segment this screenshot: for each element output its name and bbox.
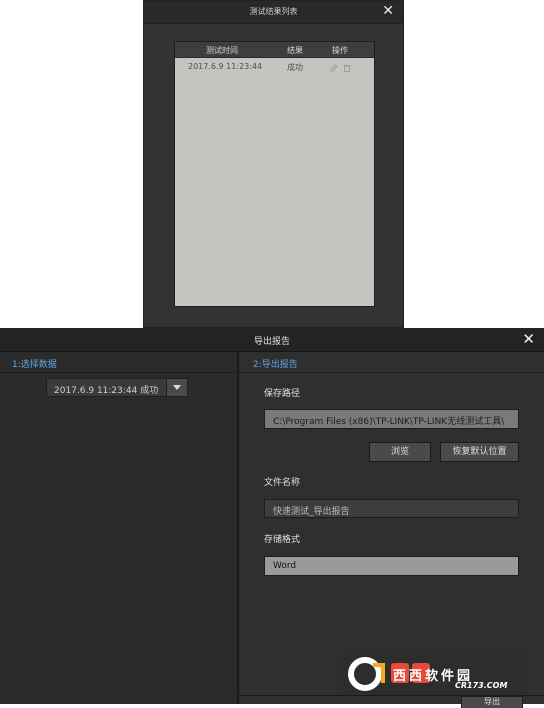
row-result: 成功 (287, 63, 303, 72)
watermark-url: CR173.COM (455, 681, 508, 690)
step1-label: 1:选择数据 (12, 360, 57, 370)
restore-default-button[interactable]: 恢复默认位置 (440, 442, 519, 462)
step2-label: 2:导出报告 (253, 360, 298, 370)
format-value: Word (273, 561, 297, 571)
close-icon[interactable]: ✕ (522, 330, 535, 348)
export-button[interactable]: 导出 (461, 696, 523, 708)
results-dialog-titlebar[interactable]: 测试结果列表 ✕ (144, 1, 403, 24)
column-header-actions: 操作 (332, 46, 348, 55)
data-select[interactable]: 2017.6.9 11:23:44 成功 (46, 378, 188, 397)
dropdown-arrow[interactable] (166, 379, 187, 396)
step1-header: 1:选择数据 (0, 352, 237, 373)
save-path-label: 保存路径 (264, 389, 301, 399)
data-select-value: 2017.6.9 11:23:44 成功 (54, 386, 159, 396)
results-dialog: 测试结果列表 ✕ 测试时间 结果 操作 2017.6.9 11:23:44 成功 (143, 0, 404, 328)
row-time: 2017.6.9 11:23:44 (188, 62, 263, 71)
step2-header: 2:导出报告 (239, 352, 544, 373)
export-dialog-titlebar[interactable]: 导出报告 ✕ (0, 328, 544, 352)
export-dialog-title: 导出报告 (253, 337, 290, 347)
watermark-logo: 西西软件园 CR173.COM (343, 653, 526, 695)
table-row[interactable]: 2017.6.9 11:23:44 成功 (175, 59, 374, 75)
save-path-field[interactable]: C:\Program Files (x86)\TP-LINK\TP-LINK无线… (264, 409, 519, 429)
save-path-value: C:\Program Files (x86)\TP-LINK\TP-LINK无线… (273, 417, 505, 427)
browse-button[interactable]: 浏览 (369, 442, 431, 462)
column-header-result: 结果 (287, 46, 303, 55)
results-dialog-title: 测试结果列表 (249, 7, 298, 16)
file-name-label: 文件名称 (264, 478, 301, 488)
export-report-pane: 2:导出报告 保存路径 C:\Program Files (x86)\TP-LI… (239, 352, 544, 708)
results-table-header: 测试时间 结果 操作 (175, 42, 374, 58)
file-name-value: 快速测试_导出报告 (273, 507, 350, 517)
results-table: 测试时间 结果 操作 2017.6.9 11:23:44 成功 (174, 41, 375, 307)
column-header-time: 测试时间 (206, 46, 238, 55)
format-select[interactable]: Word (264, 556, 519, 576)
triangle-down-icon (173, 385, 181, 390)
format-label: 存储格式 (264, 535, 301, 545)
file-name-field[interactable]: 快速测试_导出报告 (264, 499, 519, 518)
edit-icon[interactable] (330, 64, 338, 72)
close-icon[interactable]: ✕ (382, 3, 394, 19)
delete-icon[interactable] (343, 64, 351, 72)
select-data-pane: 1:选择数据 2017.6.9 11:23:44 成功 (0, 352, 239, 704)
export-dialog: 导出报告 ✕ 1:选择数据 2017.6.9 11:23:44 成功 2:导出报… (0, 328, 544, 708)
